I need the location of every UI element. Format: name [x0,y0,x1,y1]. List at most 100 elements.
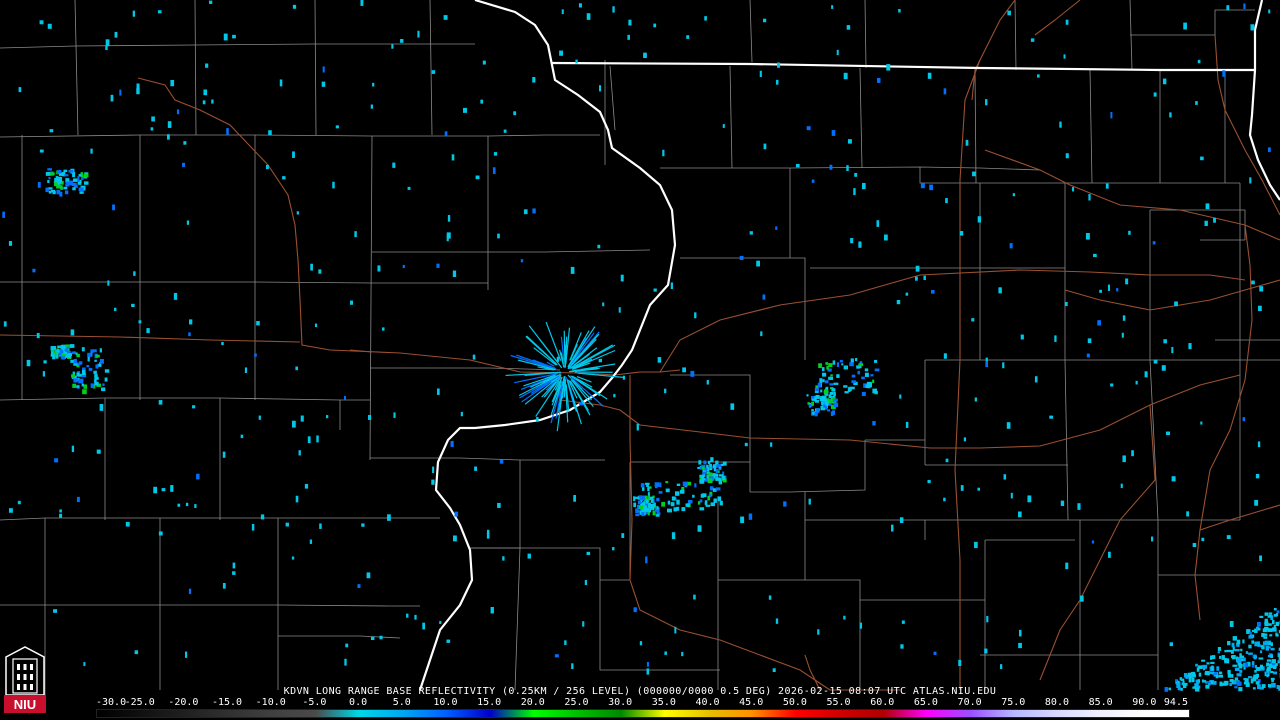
echo-pixel [665,488,670,493]
echo-pixel [402,264,405,269]
echo-pixel [582,621,585,627]
echo-pixel [1059,121,1062,128]
scale-label: 35.0 [651,697,676,708]
echo-pixel [597,244,601,249]
echo-pixel [877,77,881,83]
echo-pixel [1169,112,1172,118]
echo-pixel [857,370,861,375]
echo-pixel [899,517,904,524]
echo-pixel [1249,631,1252,635]
echo-pixel [73,363,78,366]
echo-pixel [650,504,655,509]
radar-map [0,0,1280,720]
echo-pixel [1253,654,1257,660]
echo-pixel [1243,3,1246,9]
echo-pixel [874,368,880,372]
echo-pixel [1018,629,1022,637]
echo-pixel [226,128,229,135]
echo-pixel [686,35,690,39]
echo-pixel [1275,633,1279,637]
echo-pixel [821,367,825,372]
echo-pixel [1221,655,1225,660]
echo-pixel [104,369,110,373]
echo-pixel [292,151,295,158]
echo-pixel [114,307,117,312]
echo-pixel [59,345,63,349]
echo-pixel [184,651,188,658]
echo-pixel [599,85,602,92]
echo-pixel [357,584,361,588]
echo-pixel [985,361,989,367]
echo-pixel [641,487,645,491]
echo-pixel [1209,655,1213,660]
echo-pixel [81,347,85,352]
echo-pixel [1229,679,1234,682]
echo-pixel [679,489,685,494]
echo-pixel [899,394,902,399]
scale-label: 20.0 [520,697,545,708]
echo-pixel [1252,676,1257,682]
echo-pixel [209,0,213,4]
echo-pixel [78,187,84,192]
echo-pixel [75,385,80,388]
echo-pixel [923,275,926,281]
echo-pixel [157,10,162,14]
echo-pixel [1273,608,1277,611]
echo-pixel [829,164,833,170]
echo-pixel [701,493,707,498]
echo-pixel [1003,474,1007,480]
echo-pixel [56,353,59,358]
echo-pixel [194,504,197,508]
echo-pixel [850,386,855,390]
echo-pixel [676,506,680,511]
echo-pixel [898,9,901,13]
echo-pixel [43,360,47,364]
echo-pixel [722,461,727,466]
echo-pixel [833,398,838,402]
echo-pixel [1211,655,1216,659]
echo-pixel [830,374,833,377]
echo-pixel [831,5,834,9]
echo-pixel [843,385,848,388]
echo-pixel [945,458,949,463]
echo-pixel [232,571,236,575]
echo-pixel [622,375,626,380]
echo-pixel [719,500,723,506]
echo-pixel [436,263,440,268]
echo-pixel [71,374,75,378]
echo-pixel [1201,537,1205,542]
echo-pixel [1270,654,1274,659]
echo-pixel [1251,640,1255,644]
echo-pixel [664,388,667,394]
echo-pixel [1224,681,1229,686]
clutter-ray [556,379,558,382]
echo-pixel [417,30,420,38]
echo-pixel [998,287,1002,294]
echo-pixel [221,341,224,346]
echo-pixel [1244,678,1249,683]
echo-pixel [536,417,539,422]
echo-pixel [527,553,531,559]
echo-pixel [368,415,372,420]
echo-pixel [39,149,44,153]
echo-pixel [203,89,208,96]
echo-pixel [1268,612,1273,615]
echo-pixel [1063,54,1066,59]
echo-pixel [1228,673,1232,677]
echo-pixel [693,594,696,600]
echo-pixel [886,64,891,71]
echo-pixel [1273,671,1278,675]
echo-pixel [146,328,150,334]
echo-pixel [826,401,829,406]
echo-pixel [59,191,63,197]
echo-pixel [1226,5,1230,11]
echo-pixel [1108,551,1111,558]
echo-pixel [49,129,54,133]
echo-pixel [295,495,299,503]
echo-pixel [279,79,283,87]
echo-pixel [182,162,186,167]
echo-pixel [930,289,935,294]
echo-pixel [927,479,931,484]
echo-pixel [858,241,862,248]
echo-pixel [659,482,662,488]
